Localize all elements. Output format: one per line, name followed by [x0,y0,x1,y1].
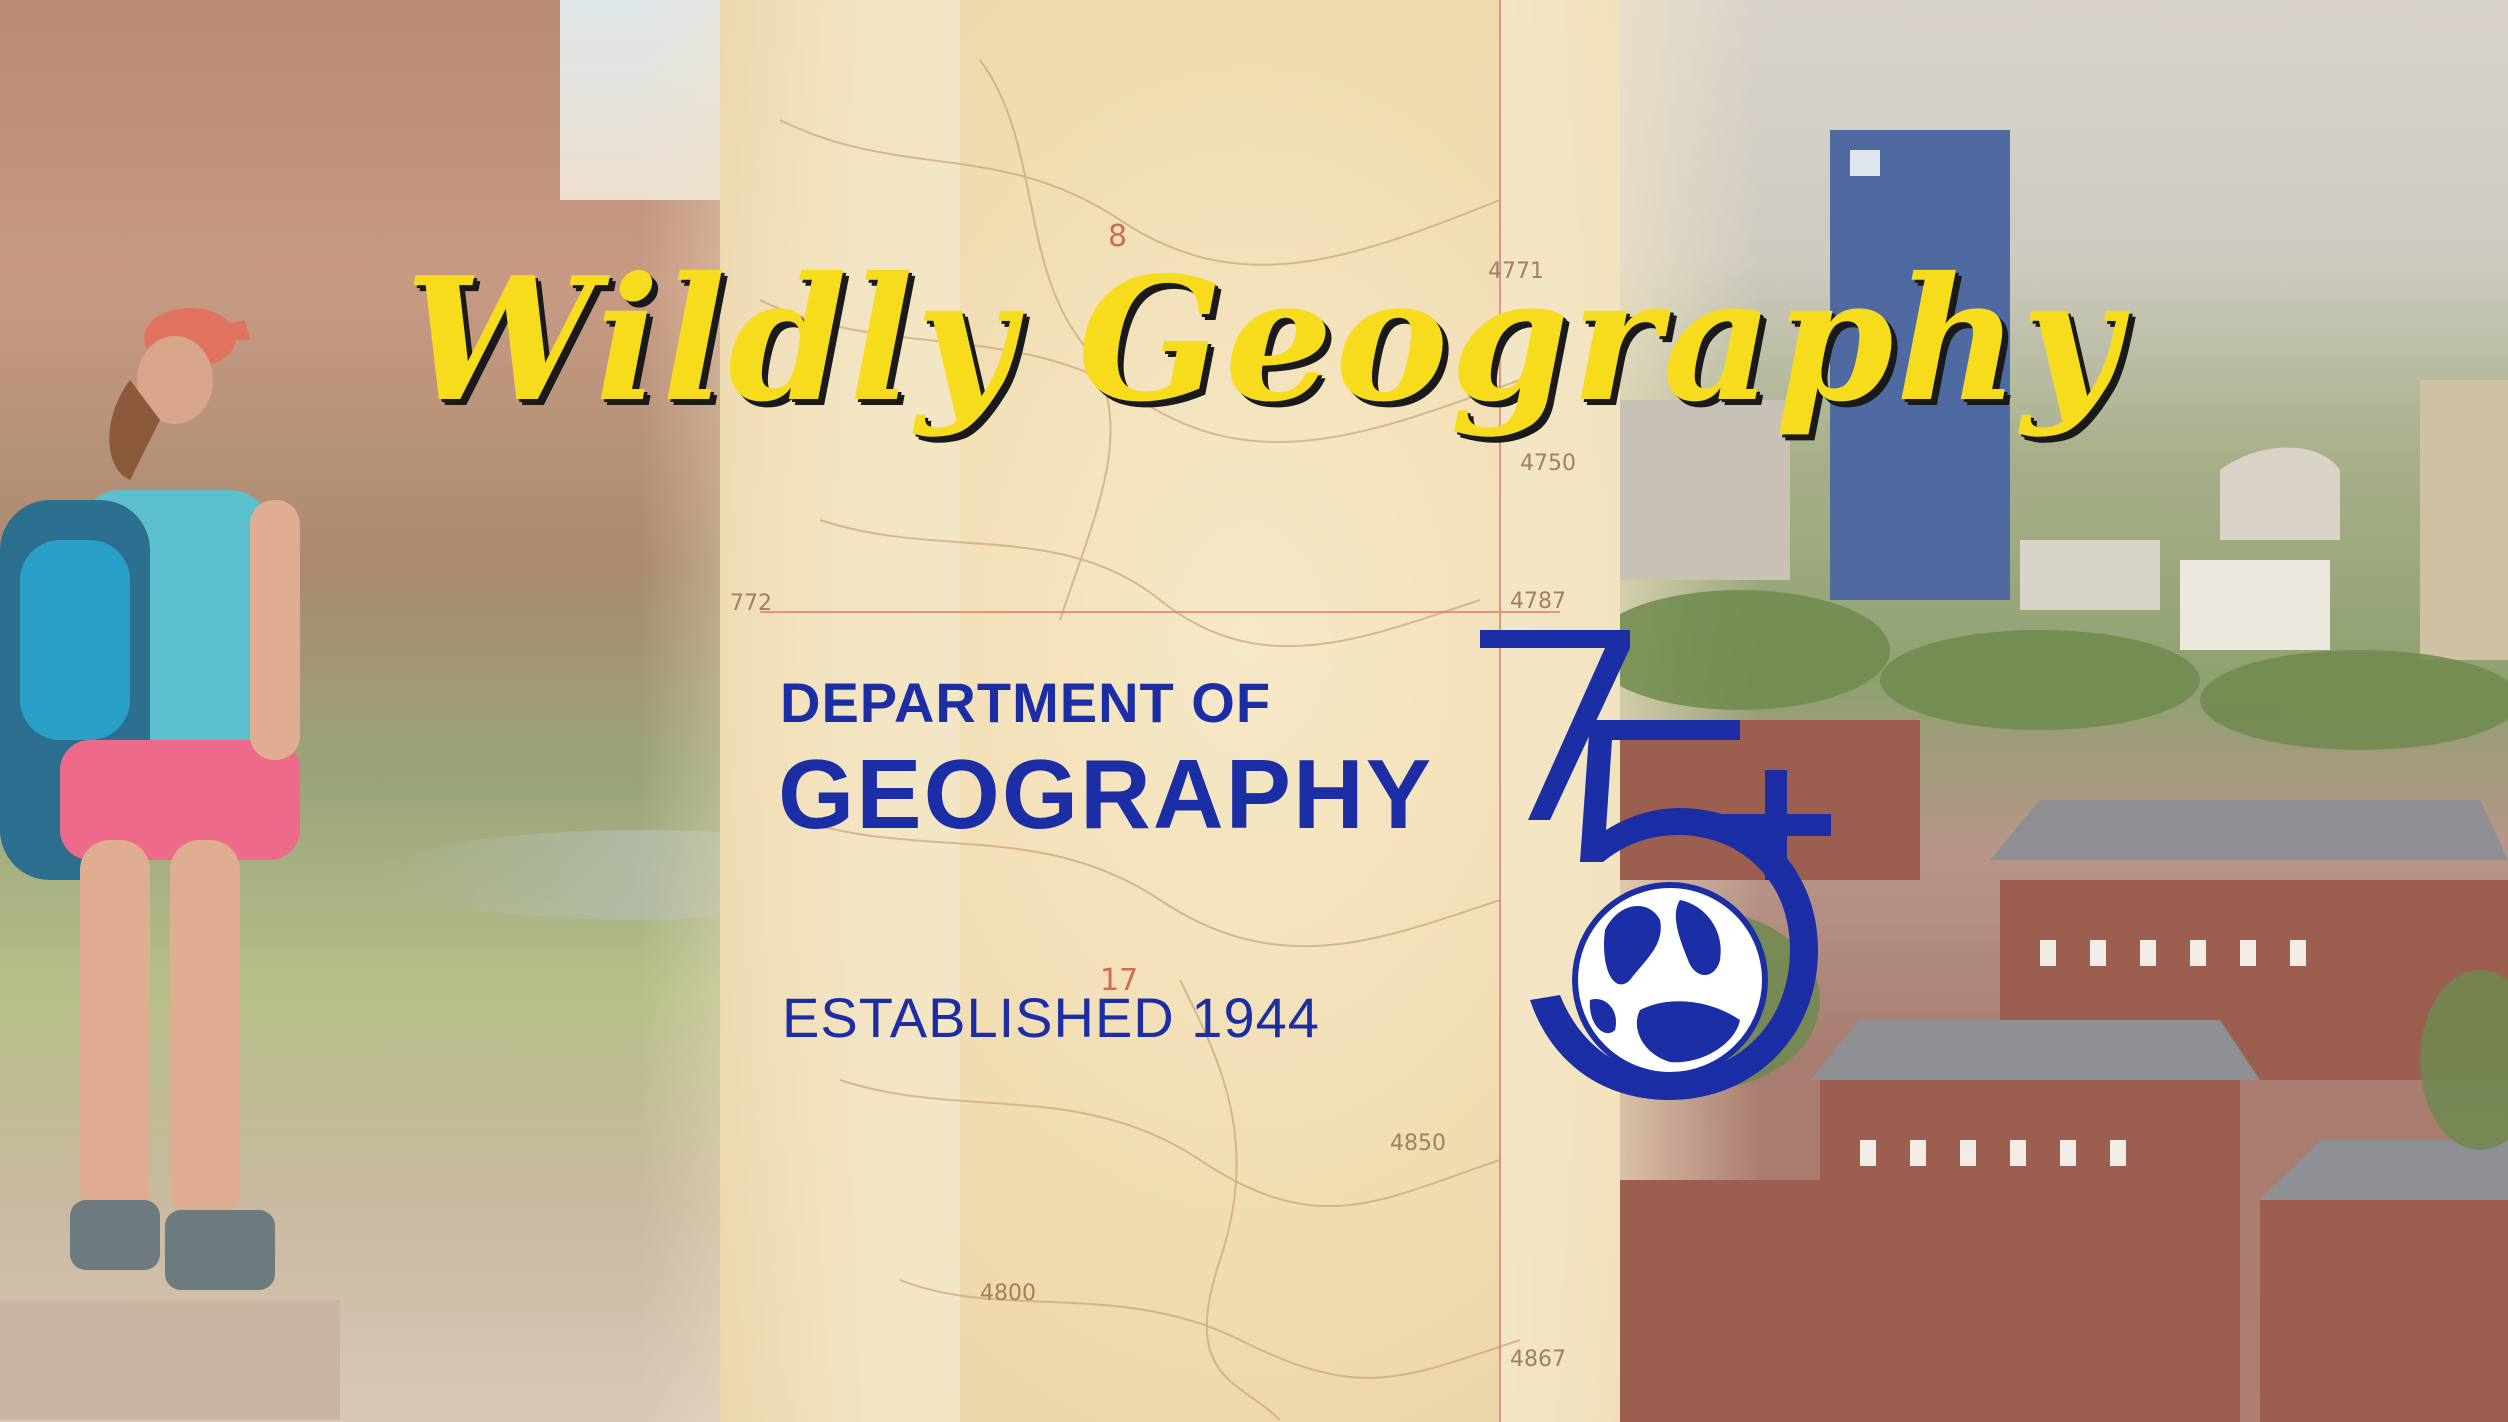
anniversary-75-plus-logo [1480,630,1831,1100]
department-name: GEOGRAPHY [778,739,1434,849]
map-label: 4800 [980,1281,1036,1306]
department-label: DEPARTMENT OF [780,671,1272,734]
hiker-figure [0,308,340,1420]
map-label: 4867 [1510,1347,1566,1372]
banner: 8 4771 4750 4787 772 17 4850 4800 4867 W… [0,0,2508,1422]
map-label: 772 [730,591,772,616]
map-label: 4850 [1390,1131,1446,1156]
established-label: ESTABLISHED 1944 [782,986,1320,1049]
headline-title: Wildly Geography [405,240,2123,440]
